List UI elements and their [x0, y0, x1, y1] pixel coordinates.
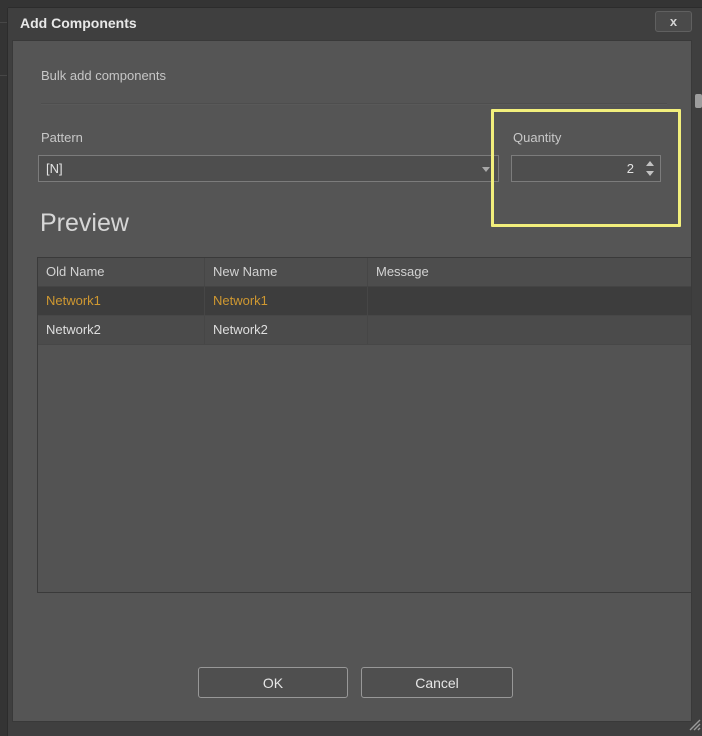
- pattern-label: Pattern: [41, 130, 83, 145]
- ok-button[interactable]: OK: [198, 667, 348, 698]
- pattern-selected-value: [N]: [46, 161, 63, 176]
- table-row[interactable]: Network2 Network2: [38, 316, 691, 345]
- dialog-content: Bulk add components Pattern [N] Quantity…: [12, 40, 692, 722]
- column-header-new-name[interactable]: New Name: [205, 258, 368, 286]
- cancel-button[interactable]: Cancel: [361, 667, 513, 698]
- quantity-input[interactable]: 2: [511, 155, 661, 182]
- cell-message: [368, 316, 691, 344]
- spinner-up-icon[interactable]: [646, 161, 654, 166]
- spinner-down-icon[interactable]: [646, 171, 654, 176]
- bulk-add-label: Bulk add components: [41, 68, 166, 83]
- column-header-old-name[interactable]: Old Name: [38, 258, 205, 286]
- quantity-spin-buttons: [644, 156, 654, 181]
- chevron-down-icon: [482, 167, 490, 172]
- screen-background: Add Components x Bulk add components Pat…: [0, 0, 702, 736]
- table-header-row: Old Name New Name Message: [38, 258, 691, 287]
- background-window-edge: [0, 22, 8, 23]
- preview-heading: Preview: [40, 209, 129, 238]
- dialog-titlebar[interactable]: Add Components x: [8, 8, 702, 40]
- pattern-select[interactable]: [N]: [38, 155, 499, 182]
- quantity-value: 2: [627, 156, 634, 181]
- preview-table: Old Name New Name Message Network1 Netwo…: [37, 257, 692, 593]
- quantity-label: Quantity: [513, 130, 561, 145]
- cell-old-name: Network2: [38, 316, 205, 344]
- cell-message: [368, 287, 691, 315]
- column-header-message[interactable]: Message: [368, 258, 691, 286]
- cell-old-name: Network1: [38, 287, 205, 315]
- table-row[interactable]: Network1 Network1: [38, 287, 691, 316]
- cell-new-name: Network1: [205, 287, 368, 315]
- close-icon: x: [670, 14, 677, 29]
- close-button[interactable]: x: [655, 11, 692, 32]
- dialog-title: Add Components: [20, 15, 137, 31]
- background-window-edge: [0, 75, 8, 76]
- background-scrollbar-fragment: [695, 94, 702, 108]
- cell-new-name: Network2: [205, 316, 368, 344]
- resize-grip[interactable]: [684, 714, 702, 732]
- add-components-dialog: Add Components x Bulk add components Pat…: [8, 8, 702, 736]
- separator: [41, 103, 667, 105]
